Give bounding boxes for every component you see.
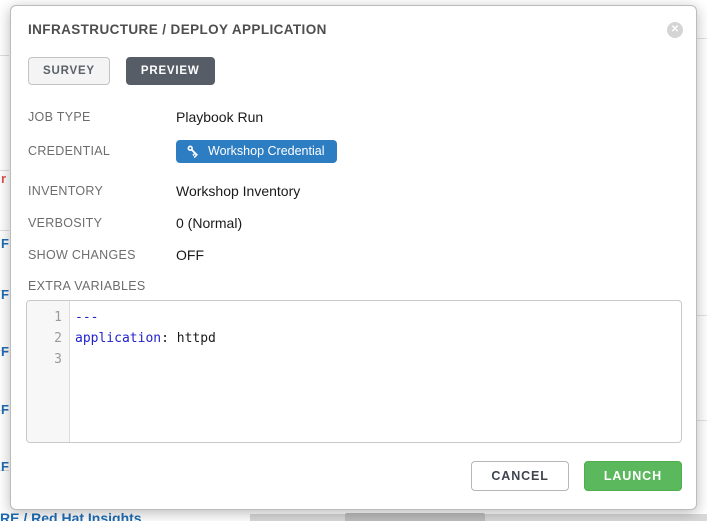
credential-label: CREDENTIAL xyxy=(28,144,176,158)
deploy-application-modal: INFRASTRUCTURE / DEPLOY APPLICATION ✕ SU… xyxy=(10,5,697,510)
show-changes-label: SHOW CHANGES xyxy=(28,248,176,262)
tab-survey[interactable]: SURVEY xyxy=(28,57,110,85)
cancel-button[interactable]: CANCEL xyxy=(471,461,568,491)
bg-divider xyxy=(697,38,707,39)
yaml-value: : httpd xyxy=(161,331,216,346)
yaml-doc-start: --- xyxy=(75,310,98,325)
modal-footer: CANCEL LAUNCH xyxy=(471,461,682,491)
show-changes-value: OFF xyxy=(176,247,204,263)
row-credential: CREDENTIAL Worksho xyxy=(28,139,679,163)
code-line-1: --- xyxy=(75,307,681,328)
inventory-value: Workshop Inventory xyxy=(176,183,300,199)
credential-badge-label: Workshop Credential xyxy=(208,144,325,158)
tab-preview[interactable]: PREVIEW xyxy=(126,57,215,85)
line-number: 3 xyxy=(27,349,69,370)
extra-variables-editor[interactable]: 1 2 3 --- application: httpd xyxy=(26,300,682,443)
job-type-value: Playbook Run xyxy=(176,109,263,125)
bg-link-fragment: F xyxy=(1,459,10,474)
code-line-2: application: httpd xyxy=(75,328,681,349)
bg-divider xyxy=(697,420,707,421)
row-extra-variables: EXTRA VARIABLES xyxy=(28,278,679,294)
bg-link-fragment: r xyxy=(1,171,10,186)
editor-line-numbers: 1 2 3 xyxy=(27,301,70,442)
inventory-label: INVENTORY xyxy=(28,184,176,198)
bg-bottom-link-fragment: RE / Red Hat Insights xyxy=(0,510,330,521)
bg-divider xyxy=(697,315,707,316)
close-icon[interactable]: ✕ xyxy=(667,22,683,38)
credential-badge[interactable]: Workshop Credential xyxy=(176,140,337,163)
launch-button[interactable]: LAUNCH xyxy=(584,461,682,491)
detail-rows: JOB TYPE Playbook Run CREDENTIAL xyxy=(11,107,696,294)
verbosity-label: VERBOSITY xyxy=(28,216,176,230)
verbosity-value: 0 (Normal) xyxy=(176,215,242,231)
bg-divider xyxy=(0,55,9,56)
row-inventory: INVENTORY Workshop Inventory xyxy=(28,181,679,201)
extra-variables-label: EXTRA VARIABLES xyxy=(28,279,176,293)
bg-bottom-bar-segment xyxy=(345,513,485,521)
editor-code-area[interactable]: --- application: httpd xyxy=(70,301,681,442)
modal-title: INFRASTRUCTURE / DEPLOY APPLICATION xyxy=(28,22,679,37)
line-number: 2 xyxy=(27,328,69,349)
bg-link-fragment: F xyxy=(1,236,10,251)
bg-link-fragment: F xyxy=(1,402,10,417)
bg-divider xyxy=(0,230,9,231)
line-number: 1 xyxy=(27,307,69,328)
bg-link-fragment: F xyxy=(1,287,10,302)
row-job-type: JOB TYPE Playbook Run xyxy=(28,107,679,127)
job-type-label: JOB TYPE xyxy=(28,110,176,124)
screen: r F F F F F RE / Red Hat Insights INFRAS… xyxy=(0,0,707,521)
modal-header: INFRASTRUCTURE / DEPLOY APPLICATION ✕ xyxy=(11,6,696,37)
key-icon xyxy=(186,144,200,158)
row-show-changes: SHOW CHANGES OFF xyxy=(28,245,679,265)
tab-bar: SURVEY PREVIEW xyxy=(11,37,696,85)
bg-link-fragment: F xyxy=(1,344,10,359)
yaml-key: application xyxy=(75,331,161,346)
row-verbosity: VERBOSITY 0 (Normal) xyxy=(28,213,679,233)
